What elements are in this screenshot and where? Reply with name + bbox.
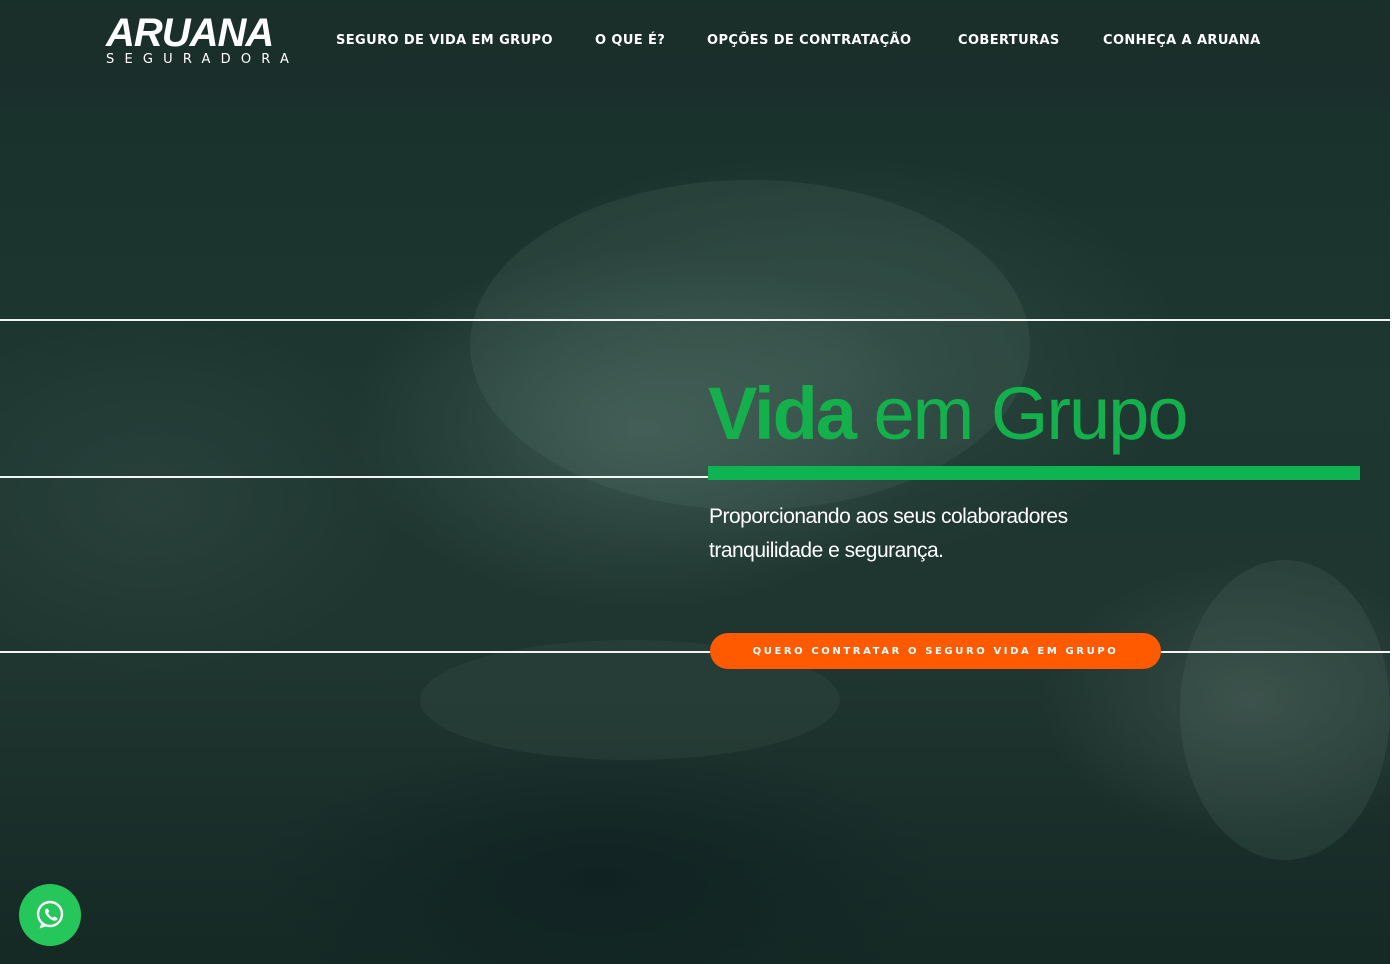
nav-item-coberturas[interactable]: COBERTURAS xyxy=(958,33,1060,48)
nav-item-opcoes-contratacao[interactable]: OPÇÕES DE CONTRATAÇÃO xyxy=(707,33,912,48)
nav-item-o-que-e[interactable]: O QUE É? xyxy=(595,33,665,48)
cta-label: QUERO CONTRATAR O SEGURO VIDA EM GRUPO xyxy=(752,645,1119,657)
hero-background xyxy=(0,0,1390,964)
aruana-logo[interactable]: ARUANA SEGURADORA xyxy=(106,11,302,70)
hero-title-bold: Vida xyxy=(708,372,857,455)
whatsapp-icon xyxy=(36,900,64,929)
site-header: ARUANA SEGURADORA SEGURO DE VIDA EM GRUP… xyxy=(0,0,1390,110)
logo-subtitle: SEGURADORA xyxy=(106,52,300,67)
title-underline-bar xyxy=(708,466,1360,480)
hero-subtitle-line1: Proporcionando aos seus colaboradores xyxy=(709,505,1068,528)
logo-wordmark: ARUANA xyxy=(106,11,274,55)
page-edge xyxy=(1390,0,1400,964)
nav-item-seguro-vida-grupo[interactable]: SEGURO DE VIDA EM GRUPO xyxy=(336,33,553,48)
nav-item-conheca-aruana[interactable]: CONHEÇA A ARUANA xyxy=(1103,33,1261,48)
contratar-seguro-button[interactable]: QUERO CONTRATAR O SEGURO VIDA EM GRUPO xyxy=(710,633,1161,669)
decorative-line xyxy=(0,651,1390,653)
whatsapp-button[interactable] xyxy=(19,884,81,946)
hero-tint-overlay xyxy=(0,0,1390,964)
decorative-line xyxy=(0,476,708,478)
decorative-line xyxy=(0,319,1390,321)
hero-title: Vida em Grupo xyxy=(708,372,1189,456)
hero-title-light: em Grupo xyxy=(854,372,1188,455)
hero-subtitle-line2: tranquilidade e segurança. xyxy=(709,539,944,562)
hero-subtitle: Proporcionando aos seus colaboradores tr… xyxy=(709,500,1179,568)
